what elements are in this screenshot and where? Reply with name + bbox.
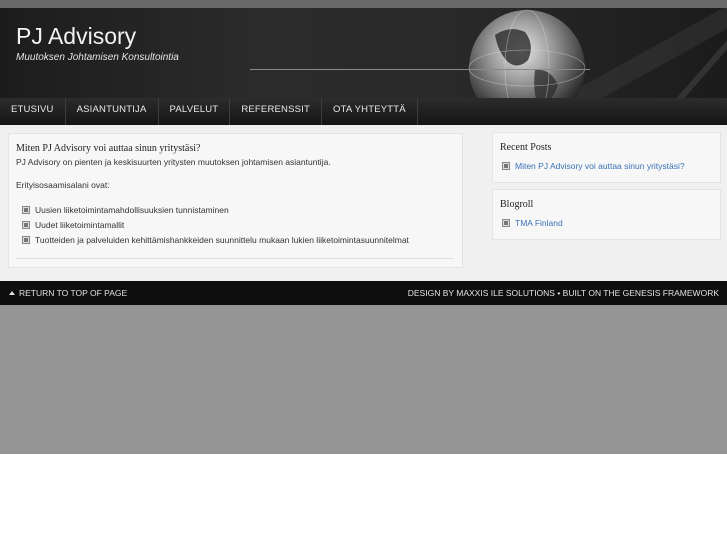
main-navigation: ETUSIVU ASIANTUNTIJA PALVELUT REFERENSSI… <box>0 98 727 126</box>
post-title[interactable]: Miten PJ Advisory voi auttaa sinun yrity… <box>16 143 200 154</box>
site-header: PJ Advisory Muutoksen Johtamisen Konsult… <box>0 8 727 98</box>
list-item: Tuotteiden ja palveluiden kehittämishank… <box>22 232 409 247</box>
list-item-text: Uusien liiketoimintamahdollisuuksien tun… <box>35 204 229 215</box>
post-intro: PJ Advisory on pienten ja keskisuurten y… <box>16 157 331 167</box>
widget-title: Blogroll <box>500 199 534 210</box>
post-list: Uusien liiketoimintamahdollisuuksien tun… <box>22 202 409 247</box>
widget-title: Recent Posts <box>500 142 552 153</box>
top-strip <box>0 0 727 8</box>
recent-post-link-text[interactable]: Miten PJ Advisory voi auttaa sinun yrity… <box>515 161 685 171</box>
site-title[interactable]: PJ Advisory <box>16 23 136 50</box>
recent-post-link[interactable]: Miten PJ Advisory voi auttaa sinun yrity… <box>502 161 685 171</box>
return-to-top-link[interactable]: RETURN TO TOP OF PAGE <box>9 281 127 305</box>
blogroll-link[interactable]: TMA Finland <box>502 218 563 228</box>
bullet-icon <box>502 219 510 227</box>
bullet-icon <box>502 162 510 170</box>
nav-item-etusivu[interactable]: ETUSIVU <box>0 98 66 125</box>
blogroll-link-text[interactable]: TMA Finland <box>515 218 563 228</box>
site-description: Muutoksen Johtamisen Konsultointia <box>16 52 179 63</box>
post-divider <box>16 258 454 259</box>
blogroll-widget: Blogroll TMA Finland <box>492 189 721 240</box>
nav-item-palvelut[interactable]: PALVELUT <box>159 98 231 125</box>
list-item: Uusien liiketoimintamahdollisuuksien tun… <box>22 202 409 217</box>
nav-item-asiantuntija[interactable]: ASIANTUNTIJA <box>66 98 159 125</box>
return-to-top-label[interactable]: RETURN TO TOP OF PAGE <box>19 288 127 298</box>
arrow-up-icon <box>9 290 15 295</box>
post: Miten PJ Advisory voi auttaa sinun yrity… <box>8 133 463 268</box>
bullet-icon <box>22 235 30 244</box>
bullet-icon <box>22 220 30 229</box>
header-divider-line <box>250 69 590 70</box>
footer-credits: DESIGN BY MAXXIS ILE SOLUTIONS • BUILT O… <box>407 288 719 298</box>
nav-item-referenssit[interactable]: REFERENSSIT <box>230 98 323 125</box>
content-area: Miten PJ Advisory voi auttaa sinun yrity… <box>0 125 727 281</box>
bullet-icon <box>22 205 30 214</box>
list-item-text: Tuotteiden ja palveluiden kehittämishank… <box>35 234 409 245</box>
post-list-heading: Erityisosaamisalani ovat: <box>16 180 110 190</box>
site-footer: RETURN TO TOP OF PAGE DESIGN BY MAXXIS I… <box>0 281 727 305</box>
nav-item-ota-yhteytta[interactable]: OTA YHTEYTTÄ <box>322 98 418 125</box>
recent-posts-widget: Recent Posts Miten PJ Advisory voi autta… <box>492 132 721 183</box>
list-item-text: Uudet liiketoimintamallit <box>35 219 125 230</box>
list-item: Uudet liiketoimintamallit <box>22 217 409 232</box>
globe-icon <box>468 8 727 98</box>
